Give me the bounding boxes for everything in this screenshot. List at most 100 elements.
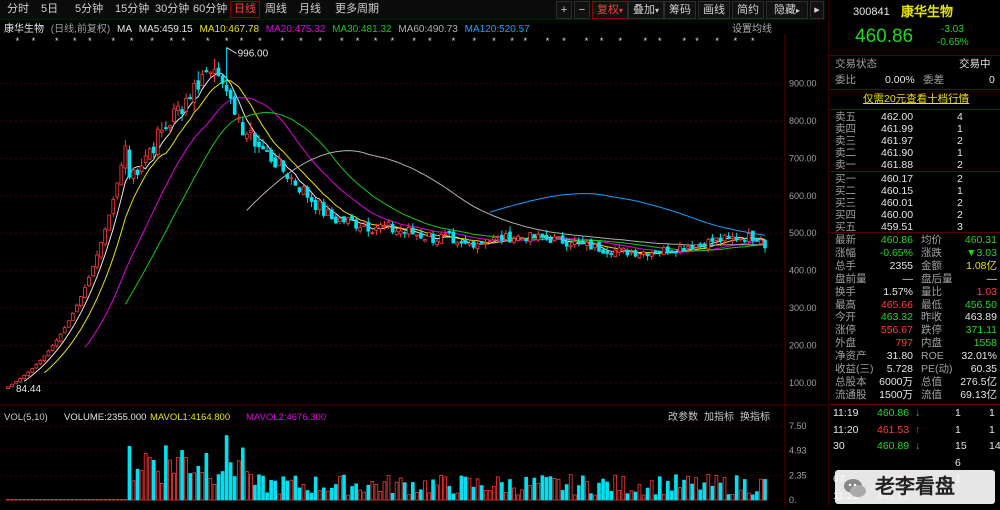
ma-settings-link[interactable]: 设置均线 xyxy=(732,20,772,35)
volume-bar xyxy=(573,495,576,500)
volume-bar xyxy=(160,483,163,500)
volume-bar xyxy=(193,473,196,500)
candle-body xyxy=(654,251,657,254)
collapse-panel-icon[interactable]: ▸ xyxy=(810,1,824,19)
tab-monthly[interactable]: 月线 xyxy=(296,2,324,17)
bid-row[interactable]: 买二 460.15 1 xyxy=(829,185,1000,197)
candle-body xyxy=(120,165,123,185)
volume-bar xyxy=(152,460,155,500)
tab-5day[interactable]: 5日 xyxy=(38,2,61,17)
price-tick-label: 300.00 xyxy=(789,303,817,313)
candle-body xyxy=(290,178,293,179)
ma10-line xyxy=(44,81,765,373)
weibi-row: 委比 0.00% 委差 0 xyxy=(829,74,1000,86)
volume-bar xyxy=(205,453,208,500)
candle-body xyxy=(424,239,427,240)
adjust-button[interactable]: 复权▾ xyxy=(592,1,628,19)
stat-value: 556.67 xyxy=(881,324,913,336)
volume-bar xyxy=(225,436,228,500)
bid-row[interactable]: 买三 460.01 2 xyxy=(829,197,1000,209)
volume-bar xyxy=(630,491,633,500)
candle-body xyxy=(116,183,119,197)
volume-bar xyxy=(262,476,265,500)
stat-value: 465.66 xyxy=(881,299,913,311)
zoom-in-button[interactable]: + xyxy=(556,1,572,19)
volume-bar xyxy=(743,480,746,500)
volume-bar xyxy=(529,485,532,500)
tab-more-periods[interactable]: 更多周期 xyxy=(332,2,382,17)
stat-row: 今开 463.32 昨收 463.89 xyxy=(829,311,1000,323)
bid-row[interactable]: 买一 460.17 2 xyxy=(829,173,1000,185)
draw-button[interactable]: 画线 xyxy=(698,1,730,19)
tab-daily[interactable]: 日线 xyxy=(230,1,260,18)
ask-price: 461.90 xyxy=(881,147,913,159)
tab-intraday[interactable]: 分时 xyxy=(4,2,32,17)
ask-row[interactable]: 卖五 462.00 4 xyxy=(829,111,1000,123)
candle-body xyxy=(71,313,74,320)
tab-60min[interactable]: 60分钟 xyxy=(190,2,230,17)
overlay-button[interactable]: 叠加▾ xyxy=(628,1,664,19)
candle-body xyxy=(108,215,111,230)
signal-star: * xyxy=(562,36,566,46)
signal-star: * xyxy=(510,36,514,46)
wechat-icon xyxy=(843,476,867,498)
signal-star: * xyxy=(225,36,229,46)
tab-weekly[interactable]: 周线 xyxy=(262,2,290,17)
volume-bar xyxy=(294,476,297,500)
volume-bar xyxy=(456,493,459,500)
volume-bar xyxy=(363,492,366,500)
tab-5min[interactable]: 5分钟 xyxy=(72,2,106,17)
high-price-label: 996.00 xyxy=(238,48,269,59)
candle-body xyxy=(11,384,14,387)
simple-button[interactable]: 简约 xyxy=(732,1,764,19)
chart-grid xyxy=(0,83,785,500)
stat-label: 总值 xyxy=(921,376,942,388)
price-axis: 900.00800.00700.00600.00500.00400.00300.… xyxy=(785,34,817,507)
candle-body xyxy=(549,239,552,243)
signal-star: * xyxy=(734,36,738,46)
swap-indicator-button[interactable]: 换指标 xyxy=(740,410,770,423)
chips-button[interactable]: 筹码 xyxy=(664,1,696,19)
volume-bar xyxy=(695,478,698,500)
ask-row[interactable]: 卖二 461.90 1 xyxy=(829,147,1000,159)
volume-bar xyxy=(646,488,649,500)
tick-volume: 15 xyxy=(955,440,967,452)
signal-star: * xyxy=(585,36,589,46)
volume-bar xyxy=(642,495,645,500)
trade-status-row: 交易状态 交易中 xyxy=(829,58,1000,70)
candle-body xyxy=(735,237,738,240)
ask-row[interactable]: 卖三 461.97 2 xyxy=(829,135,1000,147)
change-params-button[interactable]: 改参数 xyxy=(668,410,698,423)
candle-body xyxy=(298,188,301,192)
bid-row[interactable]: 买四 460.00 2 xyxy=(829,209,1000,221)
candle-body xyxy=(209,72,212,73)
signal-star: * xyxy=(55,36,59,46)
volume-bar xyxy=(590,494,593,500)
candle-body xyxy=(326,210,329,216)
add-indicator-button[interactable]: 加指标 xyxy=(704,410,734,423)
stat-label: 跌停 xyxy=(921,324,942,336)
volume-bar xyxy=(598,483,601,500)
volume-bar xyxy=(237,461,240,500)
ask-row[interactable]: 卖四 461.99 1 xyxy=(829,123,1000,135)
kline-chart[interactable]: ****************************************… xyxy=(0,34,826,507)
volume-bar xyxy=(476,479,479,500)
tab-30min[interactable]: 30分钟 xyxy=(152,2,192,17)
candle-body xyxy=(525,239,528,240)
candle-body xyxy=(464,241,467,244)
stat-row: 总手 2355 金额 1.08亿 xyxy=(829,260,1000,272)
candle-body xyxy=(55,340,58,346)
volume-bar xyxy=(581,476,584,500)
tick-row: 30 460.89 ↓ 15 14 xyxy=(829,440,1000,452)
last-price: 460.86 xyxy=(855,26,913,48)
candle-body xyxy=(245,134,248,138)
candle-body xyxy=(221,76,224,83)
ask-row[interactable]: 卖一 461.88 2 xyxy=(829,159,1000,171)
hide-button[interactable]: 隐藏▸ xyxy=(766,1,808,19)
tab-15min[interactable]: 15分钟 xyxy=(112,2,152,17)
stat-row: 收益(三) 5.728 PE(动) 60.35 xyxy=(829,363,1000,375)
zoom-out-button[interactable]: − xyxy=(574,1,590,19)
ask-label: 卖四 xyxy=(835,123,856,135)
volume-bar xyxy=(719,483,722,500)
promo-link[interactable]: 仅需20元查看十档行情 xyxy=(829,93,1000,107)
